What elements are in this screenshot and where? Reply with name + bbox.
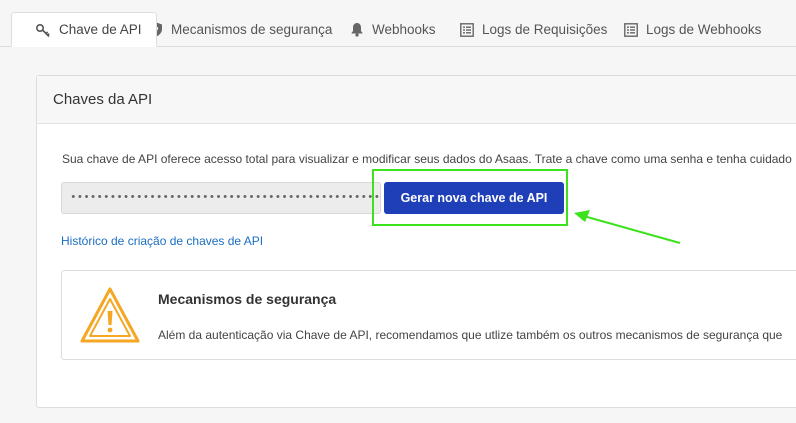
list-icon <box>624 22 638 37</box>
tab-label: Logs de Webhooks <box>646 22 762 37</box>
tab-label: Chave de API <box>59 22 142 37</box>
list-icon <box>460 22 474 37</box>
security-card-title: Mecanismos de segurança <box>158 291 337 307</box>
security-mechanisms-card: Mecanismos de segurança Além da autentic… <box>61 270 796 360</box>
bell-icon <box>350 22 364 37</box>
security-card-text: Além da autenticação via Chave de API, r… <box>158 328 783 342</box>
tab-api-key[interactable]: Chave de API <box>11 12 157 47</box>
tab-webhook-logs[interactable]: Logs de Webhooks <box>624 12 761 47</box>
tab-label: Webhooks <box>372 22 436 37</box>
annotation-arrow-icon <box>574 210 681 244</box>
tab-label: Logs de Requisições <box>482 22 608 37</box>
key-icon <box>35 22 51 38</box>
panel-title: Chaves da API <box>37 76 796 124</box>
tab-security-mechanisms[interactable]: Mecanismos de segurança <box>150 12 332 47</box>
warning-icon <box>78 285 142 352</box>
api-key-history-link[interactable]: Histórico de criação de chaves de API <box>61 234 263 248</box>
generate-api-key-button[interactable]: Gerar nova chave de API <box>384 182 564 214</box>
tab-webhooks[interactable]: Webhooks <box>350 12 436 47</box>
tab-label: Mecanismos de segurança <box>171 22 333 37</box>
tab-bar: Chave de API Mecanismos de segurança Web… <box>0 0 796 47</box>
panel-description: Sua chave de API oferece acesso total pa… <box>62 152 792 166</box>
tab-request-logs[interactable]: Logs de Requisições <box>460 12 607 47</box>
api-key-field[interactable]: ••••••••••••••••••••••••••••••••••••••••… <box>61 182 381 214</box>
